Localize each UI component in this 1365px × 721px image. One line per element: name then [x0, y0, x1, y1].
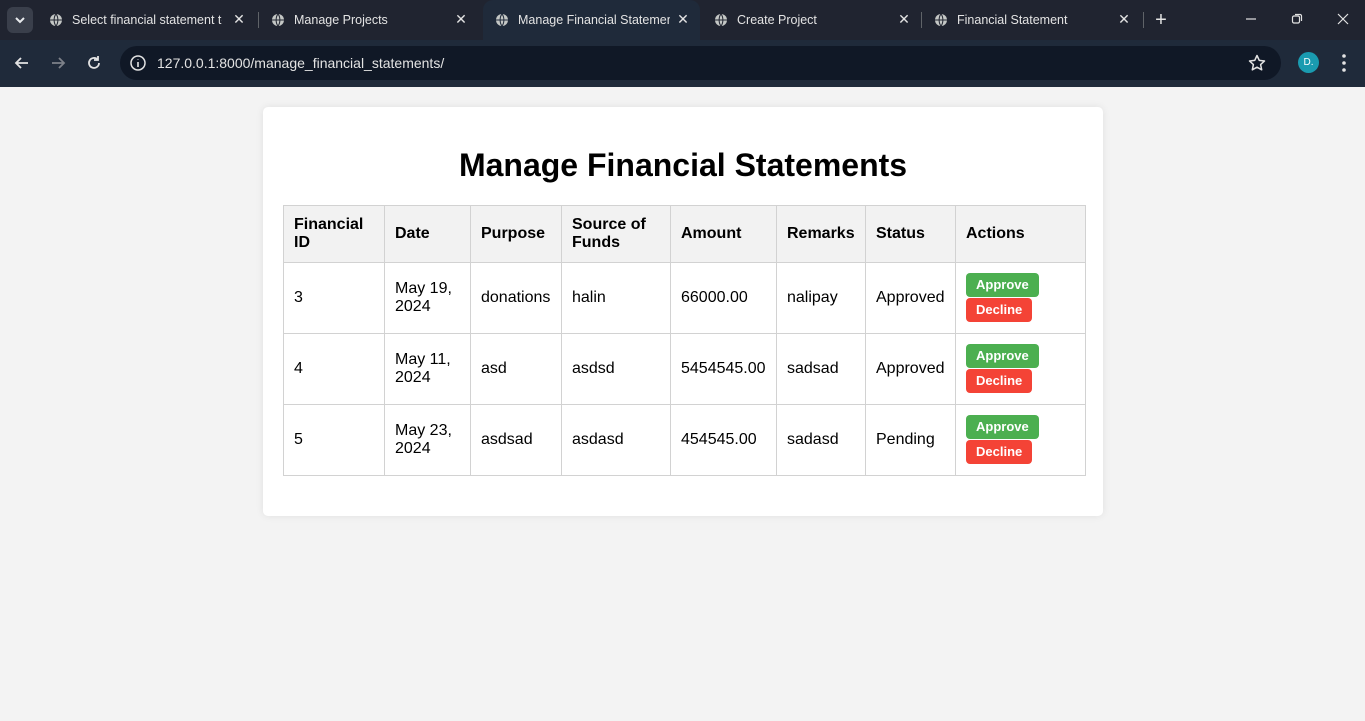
- minimize-button[interactable]: [1241, 10, 1261, 30]
- column-header: Actions: [955, 205, 1086, 263]
- tab-title: Financial Statement: [957, 13, 1068, 27]
- status-cell: Pending: [865, 404, 956, 476]
- column-header: Amount: [670, 205, 777, 263]
- decline-button[interactable]: Decline: [966, 440, 1033, 464]
- purpose-cell: asdsad: [470, 404, 562, 476]
- tab-title: Manage Financial Statements: [518, 13, 670, 27]
- tab-create-project[interactable]: Create Project ✕: [702, 0, 920, 40]
- back-button[interactable]: [12, 53, 32, 73]
- remarks-cell: sadsad: [776, 333, 866, 405]
- chevron-down-icon: [15, 17, 25, 24]
- tab-manage-financial-statements[interactable]: Manage Financial Statements ✕: [483, 0, 700, 40]
- tab-divider: [1143, 12, 1144, 28]
- decline-button[interactable]: Decline: [966, 369, 1033, 393]
- financial-statements-table: Financial ID Date Purpose Source of Fund…: [283, 205, 1086, 476]
- remarks-cell: nalipay: [776, 262, 866, 334]
- globe-icon: [935, 13, 947, 27]
- minimize-icon: [1246, 18, 1256, 20]
- browser-toolbar: 127.0.0.1:8000/manage_financial_statemen…: [0, 40, 1365, 87]
- browser-menu-button[interactable]: [1334, 52, 1354, 74]
- financial-id-cell: 4: [283, 333, 385, 405]
- globe-icon: [272, 13, 284, 27]
- globe-icon: [50, 13, 62, 27]
- close-icon[interactable]: ✕: [1116, 11, 1132, 27]
- site-info-button[interactable]: [128, 53, 148, 73]
- column-header: Date: [384, 205, 471, 263]
- close-icon[interactable]: ✕: [231, 11, 247, 27]
- table-row: 5 May 23, 2024 asdsad asdasd 454545.00 s…: [283, 404, 1086, 476]
- tab-select-financial-statement[interactable]: Select financial statement to ✕: [37, 0, 257, 40]
- column-header: Financial ID: [283, 205, 385, 263]
- close-icon[interactable]: ✕: [453, 11, 469, 27]
- new-tab-button[interactable]: +: [1152, 10, 1170, 30]
- status-cell: Approved: [865, 262, 956, 334]
- tab-title: Select financial statement to: [72, 13, 222, 27]
- column-header: Purpose: [470, 205, 562, 263]
- tab-manage-projects[interactable]: Manage Projects ✕: [259, 0, 479, 40]
- remarks-cell: sadasd: [776, 404, 866, 476]
- approve-button[interactable]: Approve: [966, 415, 1039, 439]
- column-header: Remarks: [776, 205, 866, 263]
- restore-button[interactable]: [1287, 10, 1307, 30]
- tab-title: Create Project: [737, 13, 817, 27]
- status-cell: Approved: [865, 333, 956, 405]
- source-cell: asdasd: [561, 404, 671, 476]
- profile-avatar[interactable]: D.: [1298, 52, 1319, 73]
- amount-cell: 66000.00: [670, 262, 777, 334]
- date-cell: May 23, 2024: [384, 404, 471, 476]
- tab-strip: Select financial statement to ✕ Manage P…: [0, 0, 1365, 40]
- date-cell: May 19, 2024: [384, 262, 471, 334]
- url-text[interactable]: 127.0.0.1:8000/manage_financial_statemen…: [157, 55, 444, 71]
- source-cell: halin: [561, 262, 671, 334]
- tab-financial-statement[interactable]: Financial Statement ✕: [922, 0, 1140, 40]
- amount-cell: 5454545.00: [670, 333, 777, 405]
- content-card: Manage Financial Statements Financial ID…: [263, 107, 1103, 516]
- purpose-cell: donations: [470, 262, 562, 334]
- financial-id-cell: 5: [283, 404, 385, 476]
- arrow-left-icon: [14, 57, 28, 69]
- reload-button[interactable]: [84, 53, 104, 73]
- bookmark-button[interactable]: [1247, 53, 1267, 73]
- forward-button[interactable]: [48, 53, 68, 73]
- actions-cell: Approve Decline: [955, 262, 1086, 334]
- globe-icon: [715, 13, 727, 27]
- more-vertical-icon: [1342, 54, 1346, 72]
- restore-icon: [1291, 13, 1303, 24]
- actions-cell: Approve Decline: [955, 333, 1086, 405]
- source-cell: asdsd: [561, 333, 671, 405]
- column-header: Status: [865, 205, 956, 263]
- decline-button[interactable]: Decline: [966, 298, 1033, 322]
- arrow-right-icon: [52, 57, 66, 69]
- financial-id-cell: 3: [283, 262, 385, 334]
- close-icon[interactable]: ✕: [675, 11, 691, 27]
- tab-title: Manage Projects: [294, 13, 388, 27]
- close-window-button[interactable]: [1333, 10, 1353, 30]
- table-row: 4 May 11, 2024 asd asdsd 5454545.00 sads…: [283, 333, 1086, 405]
- amount-cell: 454545.00: [670, 404, 777, 476]
- close-icon: [1337, 13, 1349, 25]
- address-bar[interactable]: 127.0.0.1:8000/manage_financial_statemen…: [120, 46, 1281, 80]
- table-row: 3 May 19, 2024 donations halin 66000.00 …: [283, 262, 1086, 334]
- actions-cell: Approve Decline: [955, 404, 1086, 476]
- page-title: Manage Financial Statements: [458, 147, 908, 183]
- info-icon: [130, 55, 146, 71]
- column-header: Source of Funds: [561, 205, 671, 263]
- table-header-row: Financial ID Date Purpose Source of Fund…: [283, 205, 1086, 263]
- star-icon: [1248, 54, 1266, 71]
- reload-icon: [88, 56, 100, 69]
- close-icon[interactable]: ✕: [896, 11, 912, 27]
- approve-button[interactable]: Approve: [966, 273, 1039, 297]
- date-cell: May 11, 2024: [384, 333, 471, 405]
- globe-icon: [496, 13, 508, 27]
- purpose-cell: asd: [470, 333, 562, 405]
- tab-search-button[interactable]: [7, 7, 33, 33]
- approve-button[interactable]: Approve: [966, 344, 1039, 368]
